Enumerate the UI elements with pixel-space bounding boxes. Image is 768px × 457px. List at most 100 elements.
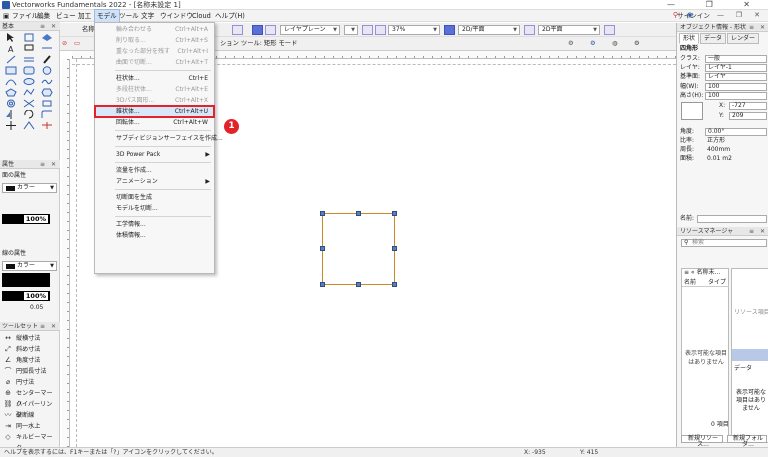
dimension-tool[interactable] — [38, 43, 56, 54]
model-menu-item[interactable]: 錐状体... Ctrl+Alt+U — [94, 105, 215, 118]
obj-info-menu-icon[interactable]: ≡ ✕ — [749, 23, 767, 31]
menu-modify[interactable]: 加工 — [76, 10, 93, 22]
rotate-tool[interactable] — [20, 109, 38, 120]
fill-type-select[interactable]: カラー ▼ — [2, 183, 57, 193]
mirror-tool[interactable] — [2, 109, 20, 120]
toolset-item[interactable]: ∠ 角度寸法 — [2, 355, 58, 366]
polyline-tool[interactable] — [20, 87, 38, 98]
menu-edit[interactable]: 編集 — [35, 10, 52, 22]
menu-view[interactable]: ビュー — [54, 10, 78, 22]
class-field[interactable]: 一般 — [705, 55, 767, 63]
reshape-tool[interactable] — [20, 120, 38, 131]
model-menu-item[interactable]: 体積情報... — [95, 230, 214, 241]
handle-top-right[interactable] — [392, 211, 397, 216]
name-field[interactable] — [697, 215, 767, 223]
arc-tool[interactable] — [2, 76, 20, 87]
plane-field[interactable]: レイヤ — [705, 73, 767, 81]
regular-polygon-tool[interactable] — [38, 87, 56, 98]
zoom-in-icon[interactable] — [375, 25, 386, 35]
selection-tool[interactable] — [2, 32, 20, 43]
menu-model[interactable]: モデル — [94, 9, 120, 23]
attributes-menu-icon[interactable]: ≡ ✕ — [40, 160, 58, 169]
tab-data[interactable]: データ — [700, 33, 727, 44]
fillet-tool[interactable] — [38, 109, 56, 120]
global-icon[interactable]: ◍ — [612, 38, 618, 50]
toolset-item[interactable]: 〰破断線 — [2, 410, 58, 421]
line-weight[interactable]: 0.05 — [30, 304, 43, 312]
toolset-item[interactable]: ⊕ センターマーク — [2, 388, 58, 408]
layer-field[interactable]: レイヤ-1 — [705, 64, 767, 72]
menu-text[interactable]: 文字 — [139, 10, 156, 22]
oval-tool[interactable] — [20, 76, 38, 87]
pan-tool[interactable] — [20, 32, 38, 43]
handle-bottom-left[interactable] — [320, 282, 325, 287]
standard-view-icon[interactable] — [362, 25, 373, 35]
flyover-tool[interactable] — [38, 32, 56, 43]
view-options-icon[interactable] — [444, 25, 455, 35]
handle-top-left[interactable] — [320, 211, 325, 216]
line-tool[interactable] — [2, 54, 20, 65]
toolset-item[interactable]: ⇥ 同一水上 — [2, 421, 58, 432]
toolset-item[interactable]: ⤢ 斜め寸法 — [2, 344, 58, 355]
eyedropper-tool[interactable] — [38, 54, 56, 65]
handle-top[interactable] — [356, 211, 361, 216]
model-menu-item[interactable]: 回転体... Ctrl+Alt+W — [95, 117, 214, 128]
layer-view-select[interactable]: ▼ — [344, 25, 358, 35]
handle-bottom-right[interactable] — [392, 282, 397, 287]
col-type[interactable]: タイプ — [708, 278, 726, 287]
snap-icon[interactable]: ⚙ — [568, 38, 574, 50]
x-field[interactable]: -727 — [729, 102, 767, 110]
layer-select[interactable]: レイヤプレーン ▼ — [280, 25, 340, 35]
toolset-item[interactable]: ⌀ 円寸法 — [2, 377, 58, 388]
render-select[interactable]: 2D平面 ▼ — [538, 25, 600, 35]
anchor-point-grid[interactable] — [681, 102, 703, 120]
no-entry-icon[interactable]: ⊘ — [62, 38, 67, 50]
zoom-select[interactable]: 37% ▼ — [388, 25, 440, 35]
resource-browser[interactable]: ≡ « 名称未... 名前 タイプ 表示可能な項目はありません — [681, 268, 729, 443]
layer-options-icon[interactable] — [252, 25, 263, 35]
width-field[interactable]: 100 — [705, 83, 767, 91]
settings-icon[interactable]: ⚙ — [634, 38, 640, 50]
height-field[interactable]: 100 — [705, 92, 767, 100]
angle-field[interactable]: 0.00° — [705, 128, 767, 136]
callout-tool[interactable] — [20, 43, 38, 54]
rotated-rect-icon[interactable]: ▭ — [74, 38, 80, 50]
signin-link[interactable]: サインイン — [677, 10, 710, 22]
model-menu-item[interactable]: 3Dパス図形... Ctrl+Alt+X — [95, 95, 214, 106]
y-field[interactable]: 209 — [729, 112, 767, 120]
snap-grid-icon[interactable]: ⚙ — [590, 38, 596, 50]
double-line-tool[interactable] — [20, 54, 38, 65]
toolset-item[interactable]: ↔ 縦横寸法 — [2, 333, 58, 344]
model-menu-item[interactable]: 削り取る... Ctrl+Alt+S — [95, 35, 214, 46]
circle-tool[interactable] — [38, 65, 56, 76]
model-menu-item[interactable]: モデルを切断... — [95, 203, 214, 214]
freehand-tool[interactable] — [38, 76, 56, 87]
rectangle-tool[interactable] — [2, 65, 20, 76]
fill-opacity[interactable]: 100% — [2, 214, 50, 224]
model-menu-item[interactable]: 工学情報... — [95, 219, 214, 230]
polygon-tool[interactable] — [2, 87, 20, 98]
palette-menu-icon[interactable]: ≡ ✕ — [40, 22, 58, 31]
handle-left[interactable] — [320, 246, 325, 251]
rounded-rect-tool[interactable] — [20, 65, 38, 76]
line-color-bar[interactable] — [2, 273, 50, 287]
resource-menu-icon[interactable]: ≡ ✕ — [749, 227, 767, 235]
menu-help[interactable]: ヘルプ(H) — [213, 10, 247, 22]
layer-plane-icon[interactable] — [604, 25, 615, 35]
toolset-menu-icon[interactable]: ≡ ✕ — [40, 322, 58, 331]
split-tool[interactable] — [20, 98, 38, 109]
model-menu-item[interactable]: 多段柱状体... Ctrl+Alt+E — [95, 84, 214, 95]
model-menu-item[interactable]: 柱状体... Ctrl+E — [95, 73, 214, 84]
model-menu-item[interactable]: 3D Power Pack ▶ — [95, 149, 214, 160]
spiral-tool[interactable] — [2, 98, 20, 109]
handle-bottom[interactable] — [356, 282, 361, 287]
model-menu-item[interactable]: アニメーション ▶ — [95, 176, 214, 187]
toolset-item[interactable]: ⌒ 円弧長寸法 — [2, 366, 58, 377]
tab-shape[interactable]: 形状 — [679, 33, 700, 44]
new-folder-button[interactable]: 新規フォルダ... — [727, 435, 767, 448]
restore-icon[interactable]: ❐ — [736, 11, 742, 19]
model-menu-item[interactable]: 輪み合わせる Ctrl+Alt+A — [95, 24, 214, 35]
selected-rectangle[interactable] — [322, 213, 395, 285]
model-menu-item[interactable]: 重なった部分を残す Ctrl+Alt+I — [95, 46, 214, 57]
resource-search-input[interactable]: ⚲ 検索 — [681, 239, 767, 247]
